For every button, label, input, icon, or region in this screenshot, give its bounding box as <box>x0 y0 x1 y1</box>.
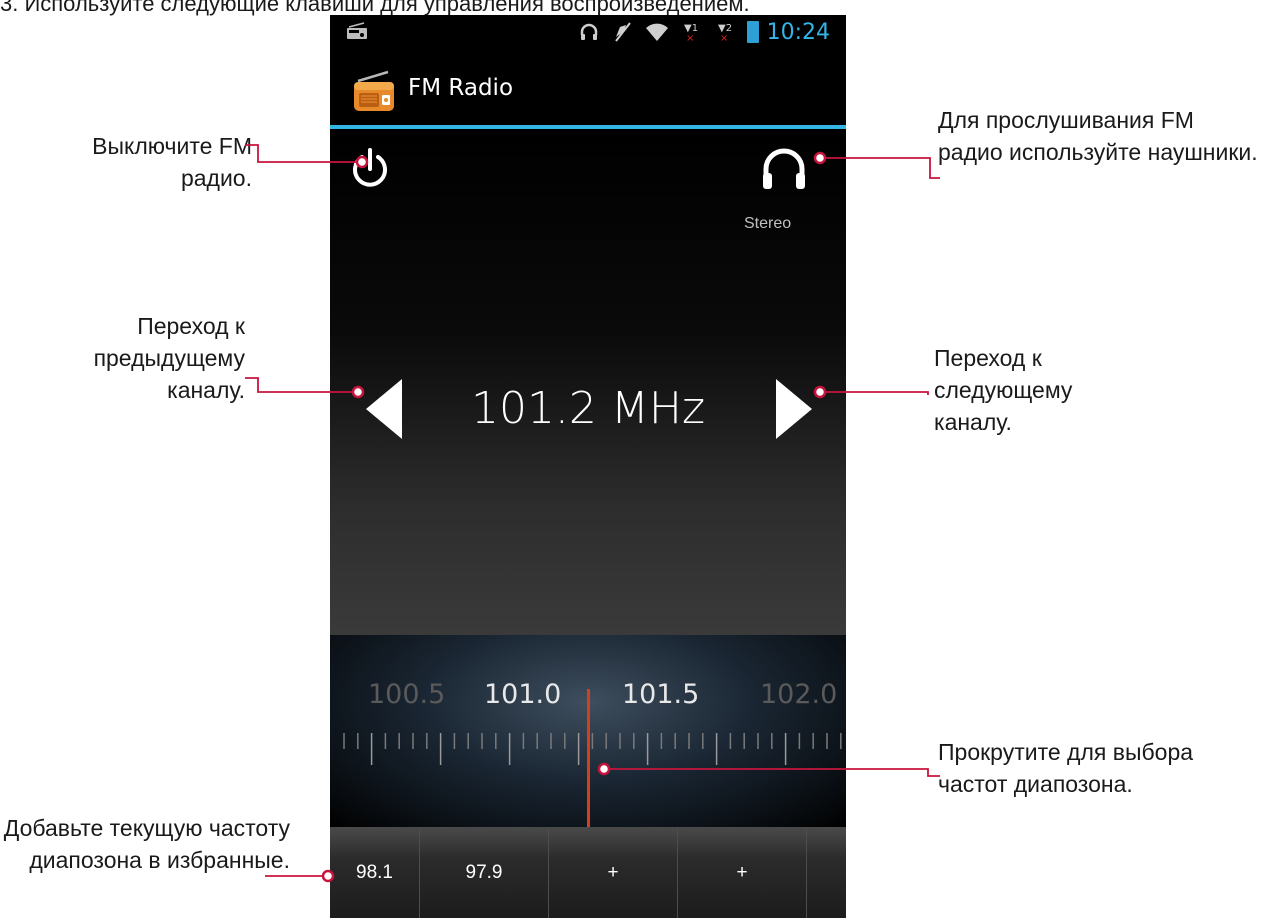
phone-screen: ▼1 × ▼2 × 10:24 FM Radio Stereo 101.2 MH… <box>330 15 846 918</box>
headset-icon[interactable] <box>758 143 810 195</box>
action-bar: FM Radio <box>330 49 846 129</box>
scale-label: 101.0 <box>484 679 562 710</box>
mute-icon <box>611 20 635 44</box>
scale-label: 102.0 <box>760 679 838 710</box>
fm-radio-app-icon <box>354 70 394 111</box>
callout-next: Переход к следующему каналу. <box>934 345 1073 435</box>
callout-prev: Переход к предыдущему каналу. <box>93 313 245 403</box>
callout-favorites: Добавьте текущую частоту диапозона в изб… <box>3 815 290 873</box>
favorite-slot-partial[interactable] <box>807 827 846 918</box>
status-clock: 10:24 <box>766 19 830 45</box>
radio-notification-icon <box>347 22 367 39</box>
add-favorite-button[interactable]: + <box>678 827 807 918</box>
stereo-label: Stereo <box>744 215 792 232</box>
svg-text:×: × <box>686 33 694 43</box>
callout-scroll: Прокрутите для выбора частот диапозона. <box>938 739 1194 797</box>
next-channel-button[interactable] <box>774 377 814 441</box>
svg-text:×: × <box>720 33 728 43</box>
signal-sim2-icon: ▼2 × <box>713 20 737 44</box>
callout-headset: Для прослушивания FM радио используйте н… <box>938 107 1258 165</box>
signal-sim1-icon: ▼1 × <box>679 20 703 44</box>
headset-status-icon <box>577 20 601 44</box>
favorite-slot[interactable]: 97.9 <box>420 827 549 918</box>
power-button[interactable] <box>348 147 392 191</box>
battery-icon <box>746 21 759 43</box>
favorites-bar: 98.1 97.9 + + <box>330 827 846 918</box>
add-favorite-button[interactable]: + <box>549 827 678 918</box>
app-title: FM Radio <box>408 75 514 101</box>
scale-label: 101.5 <box>622 679 700 710</box>
frequency-display: 101.2 MHz <box>470 383 706 434</box>
scale-label: 100.5 <box>368 679 446 710</box>
status-bar: ▼1 × ▼2 × 10:24 <box>330 15 846 49</box>
wifi-icon <box>645 20 669 44</box>
favorite-slot[interactable]: 98.1 <box>330 827 420 918</box>
radio-main-panel: Stereo 101.2 MHz <box>330 129 846 635</box>
tuner-needle <box>587 689 590 827</box>
frequency-tuner[interactable]: 100.5 101.0 101.5 102.0 <box>330 635 846 827</box>
callout-power: Выключите FM радио. <box>92 133 252 191</box>
